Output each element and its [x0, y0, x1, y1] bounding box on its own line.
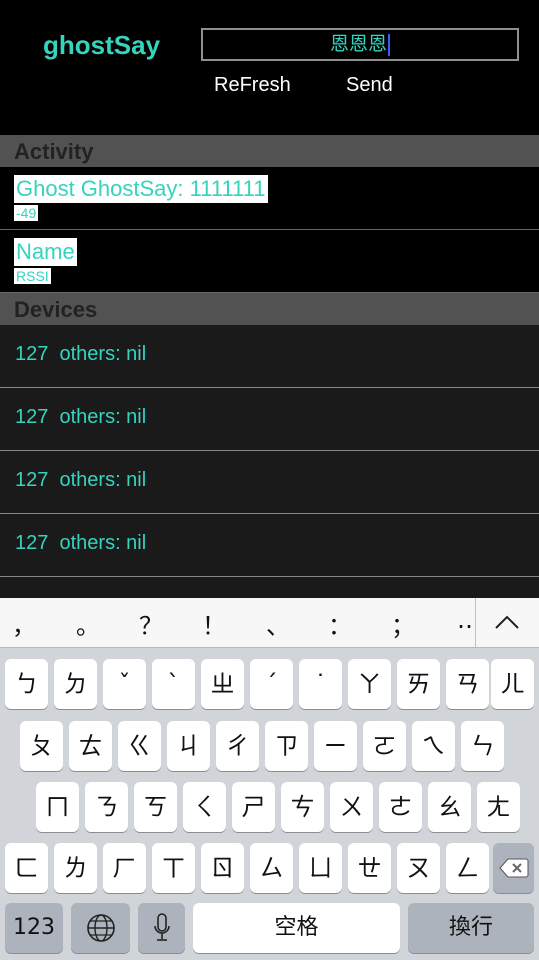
device-row[interactable]: 127 others: nil [0, 388, 539, 451]
app-header: ghostSay 恩恩恩 ReFresh Send [0, 0, 539, 134]
key[interactable]: ㄊ [69, 721, 112, 771]
device-row[interactable]: 127 others: nil [0, 514, 539, 577]
key[interactable]: ㄚ [348, 659, 391, 709]
key[interactable]: ㄍ [118, 721, 161, 771]
backspace-icon [498, 858, 528, 878]
activity-row-subtitle: RSSI [14, 268, 51, 284]
activity-row[interactable]: Name RSSI [0, 230, 539, 293]
key[interactable]: ˊ [250, 659, 293, 709]
device-row-text: 127 others: nil [15, 469, 147, 491]
key[interactable]: ˋ [152, 659, 195, 709]
candidate-key[interactable]: ， [6, 606, 42, 641]
key[interactable]: ㄖ [201, 843, 244, 893]
key[interactable]: ㄨ [330, 782, 373, 832]
candidate-divider [475, 598, 476, 648]
key[interactable]: ㄑ [183, 782, 226, 832]
key[interactable]: ㄡ [397, 843, 440, 893]
devices-section-header: Devices [0, 293, 539, 325]
device-row[interactable]: 127 others: nil [0, 325, 539, 388]
key[interactable]: ㄒ [152, 843, 195, 893]
globe-key[interactable] [71, 903, 130, 953]
candidate-key[interactable]: 、 [260, 606, 296, 641]
key[interactable]: ㄛ [363, 721, 406, 771]
refresh-button[interactable]: ReFresh [214, 74, 291, 97]
text-caret [388, 33, 390, 56]
key[interactable]: ˇ [103, 659, 146, 709]
globe-icon [86, 914, 115, 942]
key[interactable]: ㄏ [103, 843, 146, 893]
message-value: 恩恩恩 [329, 33, 387, 55]
keyboard: ， 。 ？ ！ 、 ： ； ‥ ㄅ ㄉ ˇ ˋ ㄓ ˊ ˙ ㄚ ㄞ ㄢ ㄦ ㄆ … [0, 598, 539, 960]
key[interactable]: ㄕ [232, 782, 275, 832]
key[interactable]: ˙ [299, 659, 342, 709]
key[interactable]: ㄣ [461, 721, 504, 771]
key[interactable]: ㄙ [250, 843, 293, 893]
candidate-bar: ， 。 ？ ！ 、 ： ； ‥ [0, 598, 539, 648]
key[interactable]: ㄔ [216, 721, 259, 771]
candidate-key[interactable]: ： [322, 606, 358, 641]
candidate-key[interactable]: 。 [70, 606, 106, 641]
backspace-key[interactable] [493, 843, 534, 893]
device-row-text: 127 others: nil [15, 343, 147, 365]
activity-row-title: Name [14, 238, 77, 266]
chevron-up-icon[interactable] [492, 610, 522, 634]
space-key[interactable]: 空格 [193, 903, 400, 953]
key[interactable]: ㄠ [428, 782, 471, 832]
key[interactable]: ㄗ [265, 721, 308, 771]
numbers-key[interactable]: 123 [5, 903, 63, 953]
key[interactable]: ㄝ [348, 843, 391, 893]
key[interactable]: ㄆ [20, 721, 63, 771]
device-row-text: 127 others: nil [15, 406, 147, 428]
candidate-key[interactable]: ？ [133, 606, 169, 641]
device-row[interactable]: 127 others: nil [0, 451, 539, 514]
return-key[interactable]: 換行 [408, 903, 534, 953]
key[interactable]: ㄐ [167, 721, 210, 771]
activity-row-subtitle: -49 [14, 205, 39, 221]
activity-section-header: Activity [0, 135, 539, 167]
key[interactable]: ㄌ [54, 843, 97, 893]
key[interactable]: ㄟ [412, 721, 455, 771]
key[interactable]: ㄤ [477, 782, 520, 832]
key[interactable]: ㄅ [5, 659, 48, 709]
key[interactable]: ㄞ [397, 659, 440, 709]
key[interactable]: ㄎ [134, 782, 177, 832]
activity-row-title: Ghost GhostSay: 1111111 [14, 175, 268, 203]
device-row-text: 127 others: nil [15, 532, 147, 554]
send-button[interactable]: Send [346, 74, 393, 97]
candidate-key[interactable]: ； [385, 606, 421, 641]
key[interactable]: ㄈ [5, 843, 48, 893]
key[interactable]: ㄦ [491, 659, 534, 709]
key[interactable]: ㄜ [379, 782, 422, 832]
key[interactable]: ㄩ [299, 843, 342, 893]
candidate-key[interactable]: ！ [196, 606, 232, 641]
activity-row[interactable]: Ghost GhostSay: 1111111 -49 [0, 167, 539, 230]
message-input[interactable]: 恩恩恩 [201, 28, 519, 61]
key[interactable]: ㄇ [36, 782, 79, 832]
microphone-icon [153, 913, 170, 941]
key[interactable]: ㄓ [201, 659, 244, 709]
key[interactable]: ㄘ [281, 782, 324, 832]
microphone-key[interactable] [138, 903, 185, 953]
key[interactable]: ㄥ [446, 843, 489, 893]
key[interactable]: ㄉ [54, 659, 97, 709]
key[interactable]: ㄧ [314, 721, 357, 771]
key[interactable]: ㄢ [446, 659, 489, 709]
candidate-key[interactable]: ‥ [447, 606, 483, 634]
key[interactable]: ㄋ [85, 782, 128, 832]
app-title: ghostSay [43, 30, 161, 60]
